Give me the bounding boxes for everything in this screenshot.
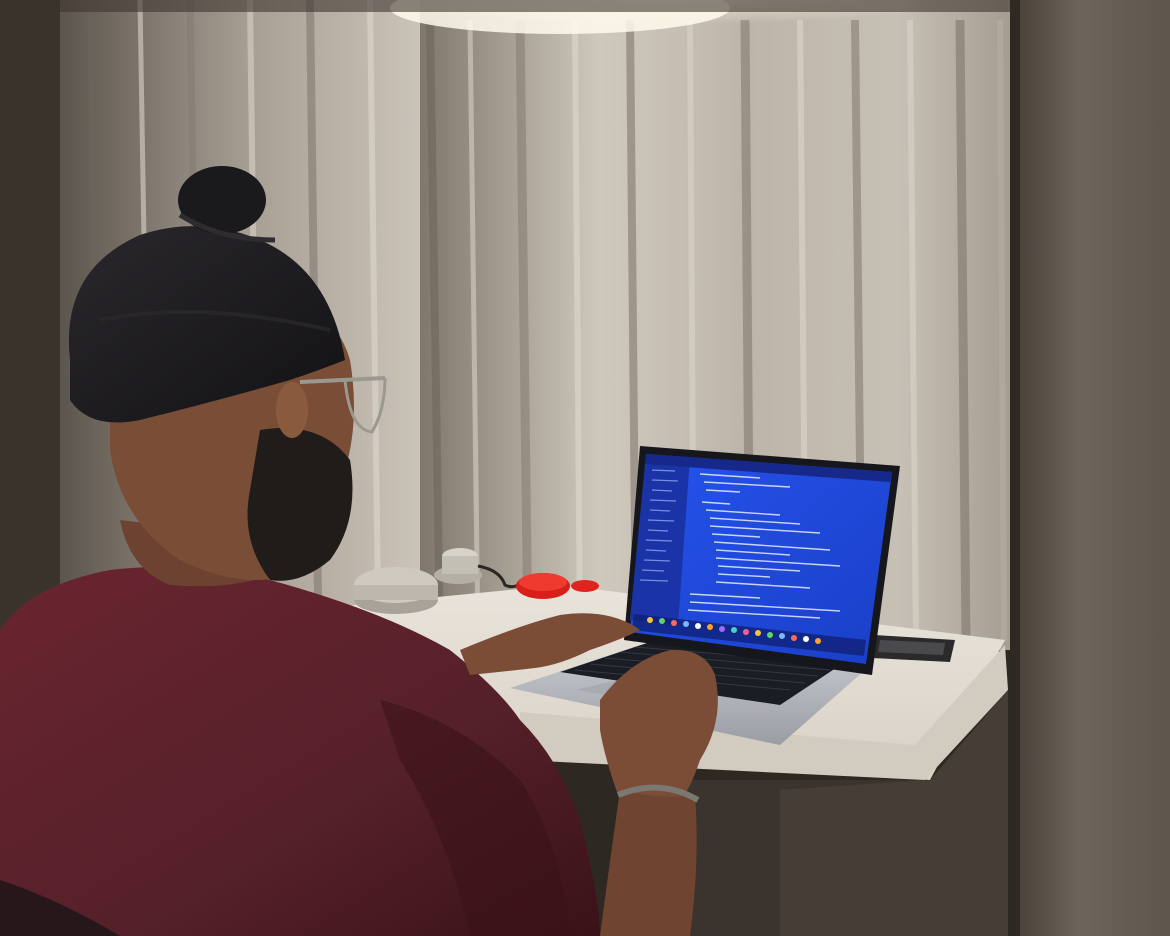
cabinet-right-edge xyxy=(1010,0,1020,936)
scene-illustration xyxy=(0,0,1170,936)
smart-speaker xyxy=(354,567,438,614)
photo-scene xyxy=(0,0,1170,936)
person-ear xyxy=(276,382,308,438)
cabinet-top-frame xyxy=(60,0,1020,12)
right-wall xyxy=(1018,0,1170,936)
